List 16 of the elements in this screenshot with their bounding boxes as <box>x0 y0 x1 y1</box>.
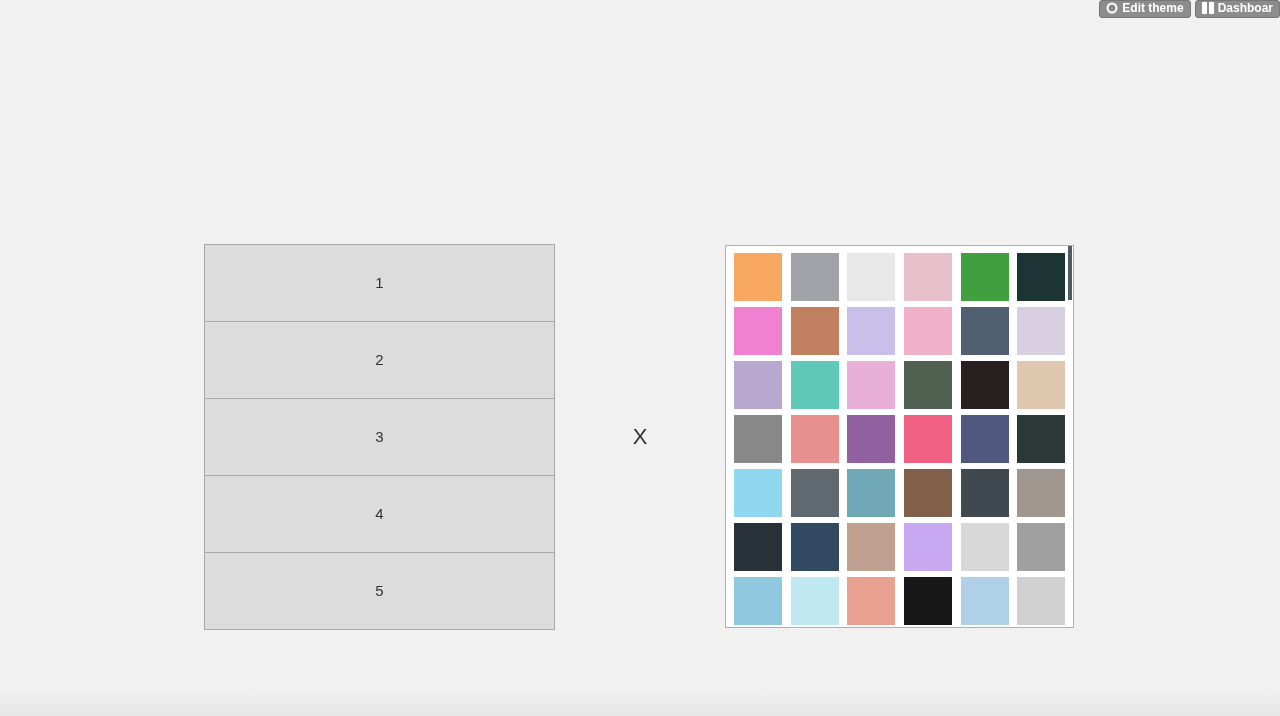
photo-placeholder[interactable] <box>1017 415 1066 463</box>
list-item[interactable]: 4 <box>205 474 554 552</box>
list-item[interactable]: 5 <box>205 551 554 629</box>
photo-placeholder[interactable] <box>960 361 1009 409</box>
photo-placeholder[interactable] <box>960 415 1009 463</box>
list-item[interactable]: 3 <box>205 397 554 475</box>
list-item[interactable]: 2 <box>205 320 554 398</box>
photo-placeholder[interactable] <box>1017 253 1066 301</box>
photo-placeholder[interactable] <box>790 523 839 571</box>
photo-placeholder[interactable] <box>904 577 953 625</box>
photo-placeholder[interactable] <box>960 307 1009 355</box>
photo-placeholder[interactable] <box>960 469 1009 517</box>
scrollbar-thumb[interactable] <box>1068 246 1072 300</box>
list-item[interactable]: 1 <box>205 244 554 321</box>
separator-text: X <box>631 423 649 450</box>
photo-placeholder[interactable] <box>904 361 953 409</box>
